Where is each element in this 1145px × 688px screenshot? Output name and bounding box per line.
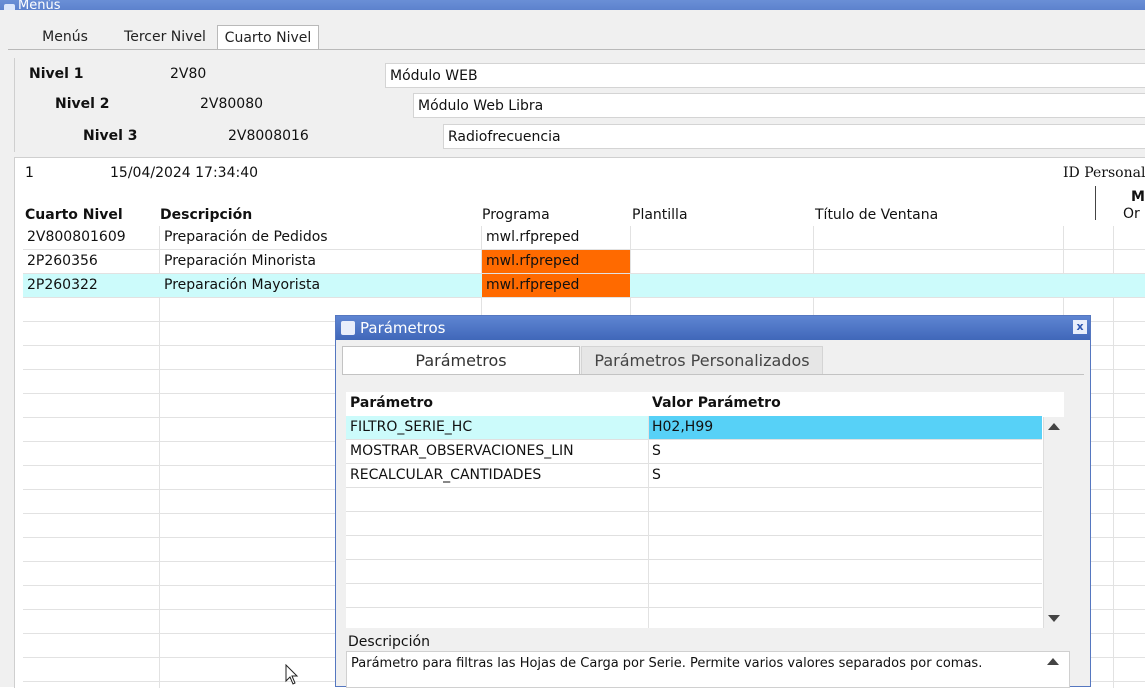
cell-desc: Preparación de Pedidos: [164, 229, 328, 245]
cell-code: 2V800801609: [27, 229, 126, 245]
header-parametro[interactable]: Parámetro: [346, 392, 646, 415]
nivel-3-desc: Radiofrecuencia: [443, 124, 1145, 149]
nivel-2-desc: Módulo Web Libra: [413, 93, 1145, 118]
scroll-down-icon[interactable]: [1048, 615, 1060, 622]
tab-divider: [8, 49, 1145, 50]
parametros-dialog: Parámetros x Parámetros Parámetros Perso…: [335, 315, 1091, 688]
cell-param: RECALCULAR_CANTIDADES: [350, 467, 542, 483]
tab-cuarto-nivel[interactable]: Cuarto Nivel: [217, 25, 319, 50]
scroll-up-icon[interactable]: [1048, 423, 1060, 430]
vertical-scrollbar[interactable]: [1043, 417, 1064, 628]
cell-value[interactable]: S: [648, 464, 1042, 487]
cell-desc: Preparación Mayorista: [164, 277, 321, 293]
column-separator: [1095, 186, 1096, 220]
tab-menus[interactable]: Menús: [20, 25, 110, 49]
param-row[interactable]: MOSTRAR_OBSERVACIONES_LIN S: [346, 440, 1042, 464]
cell-code: 2P260322: [27, 277, 98, 293]
nivel-2-code: 2V80080: [200, 96, 264, 112]
dialog-title-bar[interactable]: Parámetros x: [336, 316, 1090, 340]
param-row-selected[interactable]: FILTRO_SERIE_HC H02,H99: [346, 416, 1042, 440]
tab-divider: [342, 374, 1084, 375]
table-row-selected[interactable]: 2P260322 Preparación Mayorista mwl.rfpre…: [23, 274, 1145, 298]
id-personal-label: ID Personal: [1063, 165, 1145, 181]
empty-row: [346, 512, 1042, 536]
param-row[interactable]: RECALCULAR_CANTIDADES S: [346, 464, 1042, 488]
empty-row: [346, 488, 1042, 512]
tab-parametros[interactable]: Parámetros: [342, 346, 580, 375]
empty-row: [346, 536, 1042, 560]
mouse-cursor-icon: [285, 664, 299, 685]
cell-programa: mwl.rfpreped: [482, 274, 630, 297]
header-programa[interactable]: Programa: [482, 207, 550, 223]
header-valor-parametro[interactable]: Valor Parámetro: [648, 392, 1042, 415]
descripcion-label: Descripción: [348, 634, 430, 650]
cell-value[interactable]: H02,H99: [648, 416, 1042, 439]
cell-programa: mwl.rfpreped: [482, 250, 630, 273]
cell-value[interactable]: S: [648, 440, 1042, 463]
header-descripcion[interactable]: Descripción: [160, 207, 252, 223]
nivel-2-label: Nivel 2: [55, 96, 110, 112]
tab-tercer-nivel[interactable]: Tercer Nivel: [115, 25, 215, 49]
cell-code: 2P260356: [27, 253, 98, 269]
descripcion-text: Parámetro para filtras las Hojas de Carg…: [351, 656, 983, 671]
header-cuarto-nivel[interactable]: Cuarto Nivel: [25, 207, 123, 223]
table-row[interactable]: 2V800801609 Preparación de Pedidos mwl.r…: [23, 226, 1145, 250]
cell-programa: mwl.rfpreped: [486, 229, 580, 245]
nivel-1-code: 2V80: [170, 66, 207, 82]
column-or-label: Or: [1123, 206, 1140, 222]
column-m-label: M: [1131, 189, 1145, 205]
header-titulo-ventana[interactable]: Título de Ventana: [815, 207, 938, 223]
nivel-3-code: 2V8008016: [228, 128, 309, 144]
table-row[interactable]: 2P260356 Preparación Minorista mwl.rfpre…: [23, 250, 1145, 274]
levels-panel: Nivel 1 2V80 Módulo WEB Nivel 2 2V80080 …: [14, 58, 1145, 152]
record-timestamp: 15/04/2024 17:34:40: [110, 165, 259, 181]
cell-param: FILTRO_SERIE_HC: [350, 419, 473, 435]
header-plantilla[interactable]: Plantilla: [632, 207, 688, 223]
tab-parametros-personalizados[interactable]: Parámetros Personalizados: [581, 346, 823, 375]
app-icon: [341, 321, 355, 335]
empty-row: [346, 560, 1042, 584]
dialog-title: Parámetros: [360, 319, 446, 337]
nivel-3-label: Nivel 3: [83, 128, 138, 144]
record-number: 1: [25, 165, 34, 181]
cell-desc: Preparación Minorista: [164, 253, 316, 269]
empty-row: [346, 584, 1042, 608]
grid-line: [648, 416, 649, 628]
close-icon[interactable]: x: [1073, 320, 1087, 334]
nivel-1-label: Nivel 1: [29, 66, 84, 82]
cell-param: MOSTRAR_OBSERVACIONES_LIN: [350, 443, 574, 459]
table-header: Parámetro Valor Parámetro: [346, 392, 1042, 415]
descripcion-textarea[interactable]: Parámetro para filtras las Hojas de Carg…: [346, 651, 1070, 688]
parametros-table: Parámetro Valor Parámetro FILTRO_SERIE_H…: [346, 392, 1064, 628]
nivel-1-desc: Módulo WEB: [385, 63, 1145, 88]
scroll-up-icon[interactable]: [1047, 658, 1059, 665]
